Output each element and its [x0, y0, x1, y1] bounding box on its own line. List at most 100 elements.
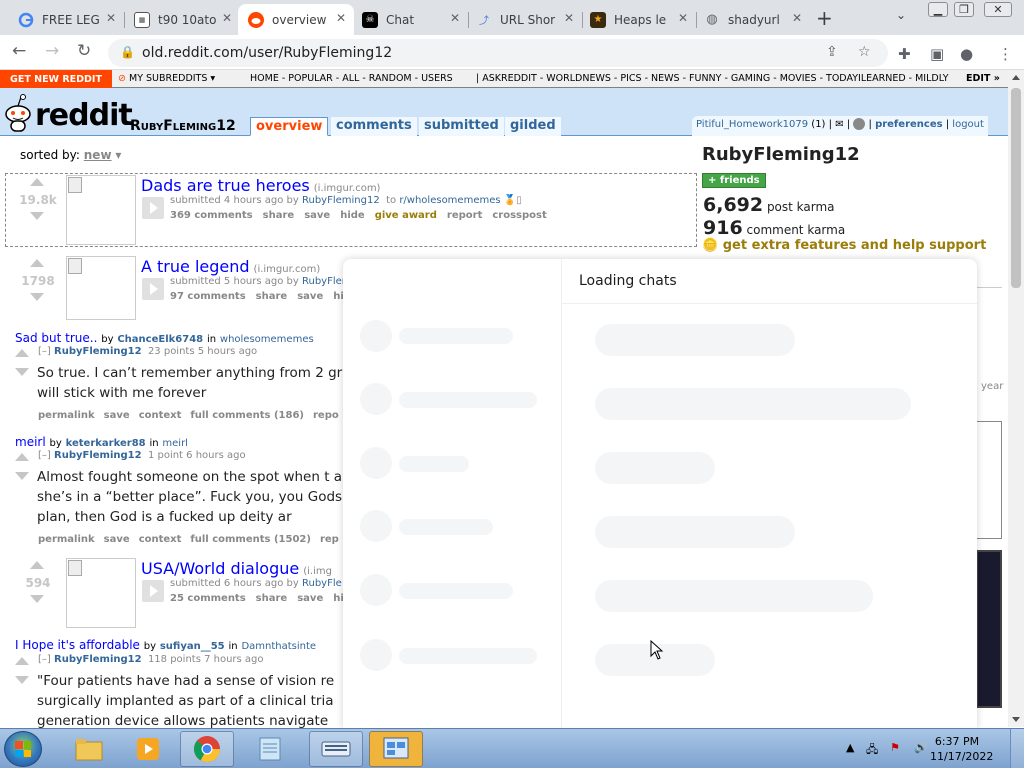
tab-t90[interactable]: ▦ t90 10ato ✕ [124, 4, 240, 35]
tab-free-leg[interactable]: FREE LEG ✕ [8, 4, 125, 35]
kebab-menu-icon[interactable]: ⋮ [998, 45, 1013, 63]
comments-link[interactable]: 369 comments [170, 210, 253, 221]
my-subreddits-dropdown[interactable]: ⊘ MY SUBREDDITS ▾ [118, 73, 215, 84]
post-title-link[interactable]: A true legend (i.imgur.com) [141, 257, 320, 276]
sort-dropdown[interactable]: new [84, 148, 112, 162]
reddit-alien-logo[interactable] [4, 92, 32, 132]
back-arrow-icon[interactable]: ← [12, 41, 26, 61]
dropdown-arrow-icon[interactable]: ▾ [115, 148, 121, 162]
sidebar-ad[interactable] [976, 550, 1002, 708]
expando-play-button[interactable] [142, 197, 164, 219]
post-thumbnail[interactable] [66, 175, 136, 245]
restore-button[interactable]: ❐ [954, 2, 974, 17]
upvote-arrow-icon[interactable] [30, 178, 44, 186]
close-window-button[interactable]: ✕ [984, 2, 1012, 17]
tab-close-icon[interactable]: ✕ [336, 11, 346, 25]
show-desktop-button[interactable] [1010, 729, 1024, 768]
post-thumbnail[interactable] [66, 558, 136, 628]
comments-link[interactable]: 97 comments [170, 291, 246, 302]
username-link[interactable]: Pitiful_Homework1079 [696, 119, 808, 130]
save-link[interactable]: save [104, 410, 130, 421]
collapse-toggle[interactable]: [–] [38, 450, 51, 461]
tab-submitted[interactable]: submitted [419, 117, 504, 136]
sr-links-popular[interactable]: | ASKREDDIT - WORLDNEWS - PICS - NEWS - … [476, 73, 956, 84]
comment-author[interactable]: RubyFleming12 [54, 654, 142, 665]
tab-heaps[interactable]: ★ Heaps le ✕ [580, 4, 697, 35]
edit-subreddits-link[interactable]: EDIT » [966, 73, 1000, 84]
tab-close-icon[interactable]: ✕ [450, 11, 460, 25]
chat-icon[interactable] [853, 118, 866, 130]
report-link[interactable]: report [447, 210, 482, 221]
post-title-link[interactable]: USA/World dialogue (i.img [141, 559, 332, 578]
permalink-link[interactable]: permalink [38, 534, 95, 545]
tab-gilded[interactable]: gilded [505, 117, 561, 136]
network-icon[interactable]: 🖧 [866, 741, 878, 760]
page-scrollbar[interactable] [1008, 70, 1024, 727]
downvote-arrow-icon[interactable] [30, 212, 44, 220]
tab-close-icon[interactable]: ✕ [106, 11, 116, 25]
show-hidden-icons-icon[interactable]: ▲ [846, 741, 854, 754]
comment-author[interactable]: RubyFleming12 [54, 450, 142, 461]
save-link[interactable]: save [297, 593, 323, 604]
bookmark-star-icon[interactable]: ☆ [858, 44, 871, 60]
context-link[interactable]: context [139, 410, 182, 421]
link-title[interactable]: Sad but true.. [15, 331, 97, 345]
save-link[interactable]: save [104, 534, 130, 545]
address-bar[interactable]: 🔒 old.reddit.com/user/RubyFleming12 ⇪ ☆ [108, 39, 888, 67]
tab-close-icon[interactable]: ✕ [564, 11, 574, 25]
tab-overview[interactable]: overview ✕ [238, 4, 354, 35]
collapse-toggle[interactable]: [–] [38, 346, 51, 357]
tab-url-shortener[interactable]: ⤴ URL Shor ✕ [466, 4, 583, 35]
action-center-flag-icon[interactable]: ⚑ [890, 741, 900, 754]
upvote-arrow-icon[interactable] [30, 561, 44, 569]
downvote-arrow-icon[interactable] [30, 293, 44, 301]
post-title-link[interactable]: Dads are true heroes (i.imgur.com) [141, 176, 380, 195]
share-icon[interactable]: ⇪ [826, 44, 838, 60]
subreddit-link[interactable]: meirl [162, 438, 188, 449]
scroll-down-arrow[interactable] [1012, 717, 1020, 722]
tab-close-icon[interactable]: ✕ [678, 11, 688, 25]
start-button[interactable] [4, 731, 42, 767]
downvote-arrow-icon[interactable] [15, 472, 29, 480]
extensions-puzzle-icon[interactable]: ✚ [898, 45, 911, 63]
upvote-arrow-icon[interactable] [15, 349, 29, 357]
scrollbar-thumb[interactable] [1011, 88, 1021, 288]
volume-icon[interactable]: 🔊 [914, 741, 928, 754]
add-friend-button[interactable]: + friends [702, 173, 766, 188]
tab-overview-page[interactable]: overview [250, 117, 329, 136]
system-clock[interactable]: 6:37 PM 11/17/2022 [930, 734, 993, 764]
report-link[interactable]: rep [320, 534, 339, 545]
hide-link[interactable]: hide [340, 210, 365, 221]
subreddit-link[interactable]: Damnthatsinte [241, 641, 316, 652]
post-domain[interactable]: (i.imgur.com) [314, 183, 381, 194]
forward-arrow-icon[interactable]: → [45, 41, 59, 61]
tab-close-icon[interactable]: ✕ [792, 11, 802, 25]
file-explorer-taskbar-button[interactable] [62, 731, 116, 767]
author-link[interactable]: RubyFleming12 [302, 195, 380, 206]
subreddit-link[interactable]: r/wholesomememes [399, 195, 500, 206]
link-title[interactable]: I Hope it's affordable [15, 638, 140, 652]
share-link[interactable]: share [256, 291, 288, 302]
tab-comments[interactable]: comments [331, 117, 417, 136]
media-player-taskbar-button[interactable] [121, 731, 175, 767]
downvote-arrow-icon[interactable] [15, 368, 29, 376]
subreddit-link[interactable]: wholesomememes [220, 334, 314, 345]
keyboard-taskbar-button[interactable] [309, 731, 363, 767]
link-title[interactable]: meirl [15, 435, 46, 449]
permalink-link[interactable]: permalink [38, 410, 95, 421]
preferences-link[interactable]: preferences [875, 119, 943, 130]
save-link[interactable]: save [297, 291, 323, 302]
logout-link[interactable]: logout [952, 119, 984, 130]
comments-link[interactable]: 25 comments [170, 593, 246, 604]
gold-promo-link[interactable]: 🪙 get extra features and help support [702, 238, 986, 253]
full-comments-link[interactable]: full comments (186) [190, 410, 304, 421]
full-comments-link[interactable]: full comments (1502) [190, 534, 311, 545]
share-link[interactable]: share [263, 210, 295, 221]
get-new-reddit-button[interactable]: GET NEW REDDIT [0, 70, 112, 88]
link-author[interactable]: keterkarker88 [66, 438, 146, 449]
collapse-toggle[interactable]: [–] [38, 654, 51, 665]
crosspost-link[interactable]: crosspost [492, 210, 546, 221]
upvote-arrow-icon[interactable] [30, 259, 44, 267]
tab-shadyurl[interactable]: ◍ shadyurl ✕ [694, 4, 810, 35]
context-link[interactable]: context [139, 534, 182, 545]
